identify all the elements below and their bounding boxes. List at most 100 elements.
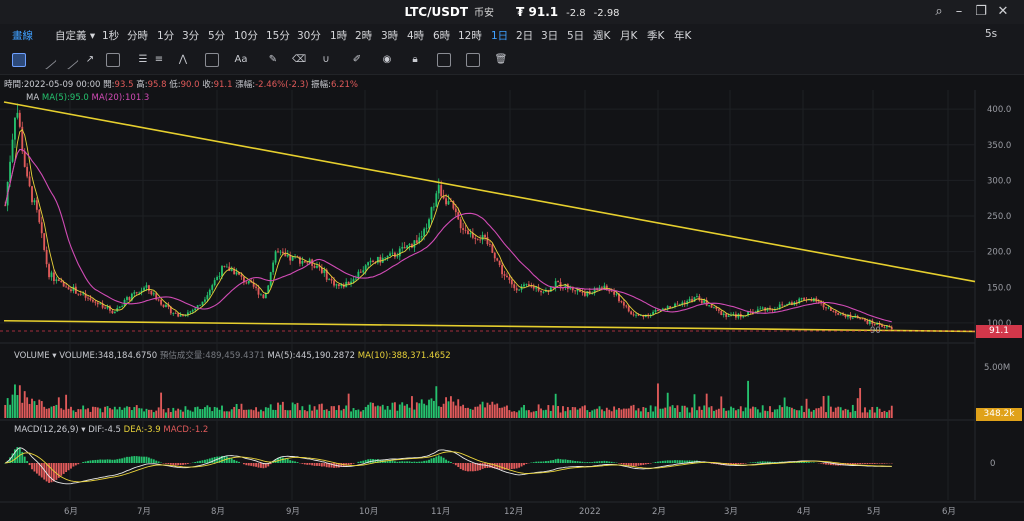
volume-bar (469, 408, 472, 418)
volume-bar (442, 403, 445, 418)
volume-bar (328, 410, 331, 418)
macd-hist-bar (659, 461, 662, 463)
macd-hist-bar (104, 459, 107, 463)
candle-body (67, 287, 70, 290)
volume-bar (586, 410, 589, 418)
macd-hist-bar (109, 459, 111, 463)
volume-bar (340, 410, 343, 418)
macd-hist-bar (67, 463, 70, 471)
volume-bar (829, 406, 832, 418)
macd-hist-bar (871, 463, 874, 464)
macd-hist-bar (859, 463, 862, 465)
candle-body (45, 249, 48, 265)
volume-bar (481, 401, 484, 418)
candle-body (330, 279, 333, 281)
volume-bar (620, 409, 623, 418)
macd-name[interactable]: MACD(12,26,9) (14, 425, 79, 435)
candle-body (65, 286, 68, 288)
volume-bar (700, 409, 703, 418)
macd-hist-bar (308, 463, 311, 465)
volume-bar (725, 410, 728, 418)
volume-bar (186, 409, 189, 418)
candle-body (396, 256, 399, 258)
volume-bar (574, 407, 577, 418)
volume-bar (769, 406, 771, 418)
candle-body (172, 313, 175, 314)
macd-hist-bar (301, 463, 304, 464)
candle-body (208, 289, 211, 296)
volume-bar (369, 402, 372, 418)
macd-hist-bar (637, 463, 640, 466)
volume-bar (649, 405, 652, 418)
volume-bar (189, 410, 192, 418)
candle-body (851, 317, 854, 319)
candle-body (94, 301, 97, 303)
volume-bar (815, 408, 818, 418)
volume-bar (593, 409, 596, 418)
macd-hist-bar (586, 462, 589, 463)
volume-bar (418, 403, 421, 418)
volume-bar (547, 405, 550, 418)
candle-body (493, 252, 496, 259)
candle-body (703, 300, 706, 304)
macd-hist-bar (296, 462, 299, 463)
volume-bar (4, 404, 7, 418)
volume-bar (364, 406, 367, 418)
macd-hist-bar (581, 461, 584, 463)
candle-body (420, 236, 423, 238)
volume-bar (415, 402, 418, 418)
volume-bar (508, 410, 511, 418)
candle-body (4, 205, 7, 207)
candle-body (247, 280, 250, 284)
candle-body (698, 296, 701, 301)
candle-body (23, 151, 26, 167)
volume-bar (303, 410, 306, 418)
volume-bar (866, 412, 869, 418)
macd-hist-bar (654, 461, 657, 463)
macd-hist-bar (508, 463, 511, 470)
volume-bar (457, 399, 460, 418)
macd-hist-bar (518, 463, 521, 468)
macd-hist-bar (671, 460, 674, 463)
candle-body (199, 305, 201, 307)
candle-body (625, 305, 628, 307)
volume-bar (128, 406, 131, 418)
candle-body (523, 284, 525, 287)
volume-bar (14, 384, 16, 418)
candle-body (415, 240, 418, 243)
macd-hist-bar (89, 460, 92, 463)
macd-hist-bar (252, 463, 255, 467)
candle-body (301, 261, 304, 264)
macd-hist-bar (467, 463, 469, 472)
chart-canvas[interactable]: 400.0350.0300.0250.0200.0150.0100.05.00M… (0, 0, 1024, 521)
volume-name[interactable]: VOLUME (14, 351, 50, 361)
macd-hist-bar (257, 463, 260, 468)
volume-bar (362, 410, 365, 418)
candle-body (454, 208, 457, 213)
macd-hist-bar (571, 460, 574, 463)
macd-hist-bar (603, 460, 606, 463)
volume-bar (89, 411, 92, 418)
volume-bar (681, 405, 684, 418)
candle-body (206, 295, 209, 300)
volume-bar (157, 407, 160, 418)
candle-body (620, 301, 623, 303)
volume-bar (357, 409, 360, 418)
volume-bar (50, 406, 53, 418)
macd-hist-bar (138, 456, 141, 463)
volume-bar (109, 408, 111, 418)
volume-bar (876, 406, 879, 418)
volume-bar (713, 410, 715, 418)
macd-hist-bar (854, 463, 857, 465)
volume-bar (452, 401, 455, 418)
macd-hist-bar (235, 460, 238, 463)
ma20-line (4, 148, 892, 323)
candle-body (484, 234, 486, 238)
volume-bar (38, 399, 41, 418)
volume-bar (510, 411, 513, 418)
time-tick-label: 9月 (286, 507, 300, 517)
volume-bar (674, 408, 676, 418)
volume-bar (564, 411, 567, 418)
volume-bar (581, 406, 584, 418)
volume-bar (454, 405, 457, 418)
